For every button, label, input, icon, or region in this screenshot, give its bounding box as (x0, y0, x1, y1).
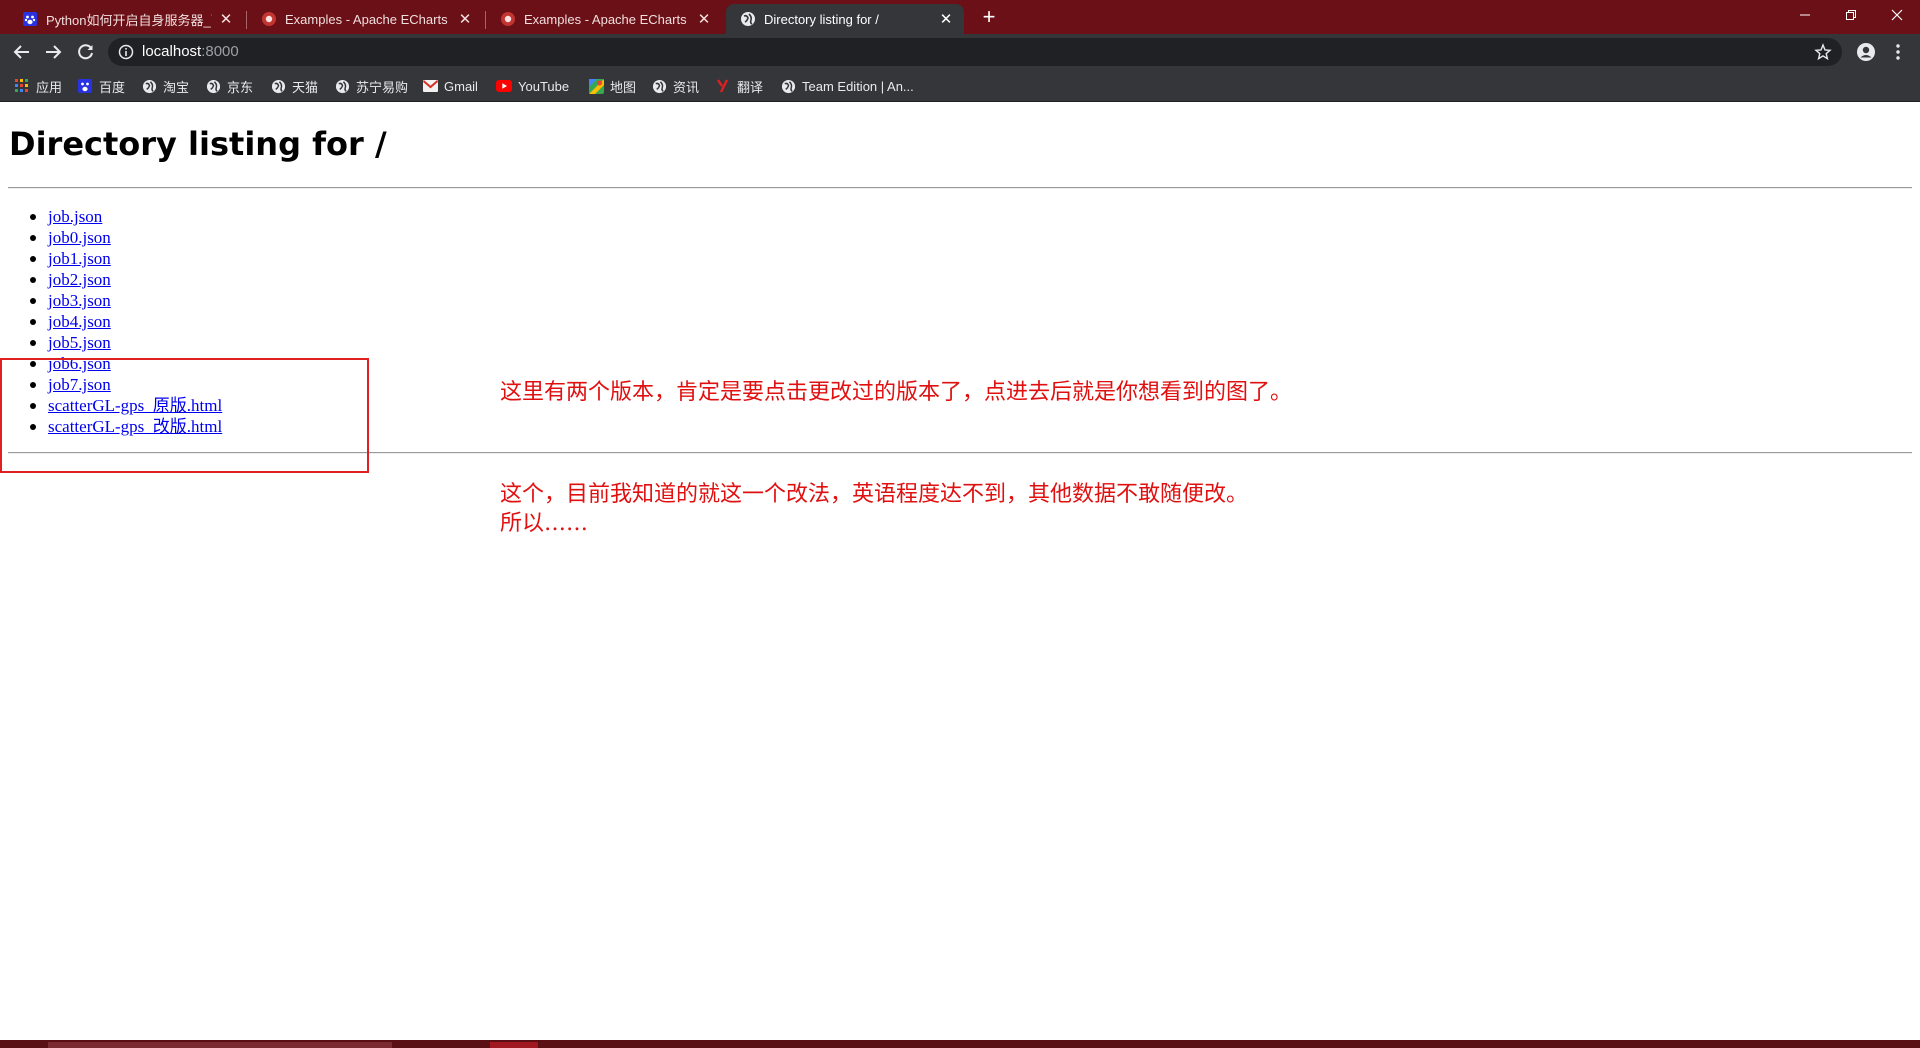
globe-icon (780, 78, 796, 94)
youdao-icon (715, 78, 731, 94)
globe-icon (334, 78, 350, 94)
list-item: job4.json (0, 311, 222, 332)
bookmark-label: YouTube (518, 78, 570, 94)
arrow-left-icon (13, 45, 29, 59)
reload-button[interactable] (74, 40, 98, 64)
file-link-job[interactable]: job.json (48, 207, 102, 226)
file-link-job3[interactable]: job3.json (48, 291, 111, 310)
baidu-paw-icon (22, 11, 38, 27)
tab-title: Directory listing for / (764, 11, 879, 27)
star-icon[interactable] (1814, 43, 1832, 61)
annotation-note-2-line-2: 所以…… (500, 511, 589, 536)
bookmark-team-edition[interactable]: Team Edition | An... (780, 77, 914, 95)
bookmark-label: 苏宁易购 (356, 79, 409, 95)
bookmark-news[interactable]: 资讯 (651, 77, 699, 95)
youtube-icon (496, 78, 512, 94)
file-link-job1[interactable]: job1.json (48, 249, 111, 268)
address-host: localhost (142, 43, 202, 60)
bookmark-translate[interactable]: 翻译 (715, 77, 763, 95)
page-title: Directory listing for / (9, 125, 387, 163)
echarts-icon (500, 11, 516, 27)
new-tab-button[interactable]: + (976, 6, 1002, 30)
bookmark-label: 应用 (36, 79, 63, 95)
bookmarks-bar: 应用 百度 淘宝 京东 天猫 苏宁易购 Gmail YouTube 地图 资讯 … (0, 70, 1920, 102)
bookmark-apps[interactable]: 应用 (14, 77, 62, 95)
back-button[interactable] (10, 40, 34, 64)
bookmark-label: 天猫 (292, 79, 319, 95)
bookmark-gmail[interactable]: Gmail (422, 77, 478, 95)
annotation-note-2-line-1: 这个，目前我知道的就这一个改法，英语程度达不到，其他数据不敢随便改。 (500, 482, 1249, 507)
tab-baidu[interactable]: Python如何开启自身服务器_百度 ✕ (8, 4, 244, 34)
tab-close-icon[interactable]: ✕ (457, 10, 473, 28)
list-item: job3.json (0, 290, 222, 311)
menu-kebab-icon[interactable] (1888, 42, 1908, 62)
close-window-button[interactable] (1874, 0, 1920, 30)
bookmark-youtube[interactable]: YouTube (496, 77, 569, 95)
tab-title: Python如何开启自身服务器_百度 (46, 12, 212, 28)
globe-icon (270, 78, 286, 94)
address-bar[interactable]: localhost:8000 (108, 38, 1842, 66)
tab-title: Examples - Apache ECharts (in (524, 11, 690, 27)
annotation-highlight-box (0, 358, 369, 473)
address-text[interactable]: localhost:8000 (142, 43, 239, 60)
bookmark-tmall[interactable]: 天猫 (270, 77, 318, 95)
tab-title: Examples - Apache ECharts (in (285, 11, 451, 27)
forward-button[interactable] (41, 40, 65, 64)
maps-icon (588, 78, 604, 94)
bookmark-label: 淘宝 (163, 79, 190, 95)
tab-echarts-1[interactable]: Examples - Apache ECharts (in ✕ (247, 4, 483, 34)
bookmark-suning[interactable]: 苏宁易购 (334, 77, 408, 95)
restore-button[interactable] (1828, 0, 1874, 30)
list-item: job1.json (0, 248, 222, 269)
file-link-job4[interactable]: job4.json (48, 312, 111, 331)
taskbar-item[interactable] (490, 1042, 538, 1048)
bookmark-label: Gmail (444, 78, 478, 94)
minimize-button[interactable] (1782, 0, 1828, 30)
tab-close-icon[interactable]: ✕ (696, 10, 712, 28)
page-content: Directory listing for / job.json job0.js… (0, 103, 1920, 1040)
echarts-icon (261, 11, 277, 27)
tab-strip: Python如何开启自身服务器_百度 ✕ Examples - Apache E… (0, 0, 1920, 34)
gmail-icon (422, 78, 438, 94)
bookmark-label: 地图 (610, 79, 637, 95)
info-icon[interactable] (118, 44, 134, 60)
globe-icon (740, 11, 756, 27)
reload-icon (78, 44, 93, 60)
list-item: job0.json (0, 227, 222, 248)
baidu-paw-icon (77, 78, 93, 94)
bookmark-maps[interactable]: 地图 (588, 77, 636, 95)
list-item: job2.json (0, 269, 222, 290)
horizontal-rule-top (8, 187, 1912, 189)
bookmark-label: 资讯 (673, 79, 700, 95)
bookmark-label: 京东 (227, 79, 254, 95)
profile-avatar-icon[interactable] (1856, 42, 1876, 62)
bookmark-jd[interactable]: 京东 (205, 77, 253, 95)
browser-toolbar: localhost:8000 (0, 34, 1920, 70)
file-link-job5[interactable]: job5.json (48, 333, 111, 352)
taskbar (0, 1040, 1920, 1048)
bookmark-label: Team Edition | An... (802, 78, 914, 94)
tab-close-icon[interactable]: ✕ (218, 10, 234, 28)
globe-icon (205, 78, 221, 94)
file-link-job2[interactable]: job2.json (48, 270, 111, 289)
arrow-right-icon (46, 45, 62, 59)
globe-icon (141, 78, 157, 94)
bookmark-taobao[interactable]: 淘宝 (141, 77, 189, 95)
annotation-note-1: 这里有两个版本，肯定是要点击更改过的版本了，点进去后就是你想看到的图了。 (500, 380, 1293, 405)
bookmark-label: 百度 (99, 79, 126, 95)
taskbar-item[interactable] (48, 1042, 392, 1048)
file-link-job0[interactable]: job0.json (48, 228, 111, 247)
tab-echarts-2[interactable]: Examples - Apache ECharts (in ✕ (486, 4, 722, 34)
apps-grid-icon (14, 78, 30, 94)
bookmark-label: 翻译 (737, 79, 764, 95)
globe-icon (651, 78, 667, 94)
address-port: :8000 (201, 43, 239, 60)
tab-close-icon[interactable]: ✕ (938, 10, 954, 28)
list-item: job5.json (0, 332, 222, 353)
tab-directory-listing[interactable]: Directory listing for / ✕ (726, 4, 964, 34)
bookmark-baidu[interactable]: 百度 (77, 77, 125, 95)
list-item: job.json (0, 206, 222, 227)
